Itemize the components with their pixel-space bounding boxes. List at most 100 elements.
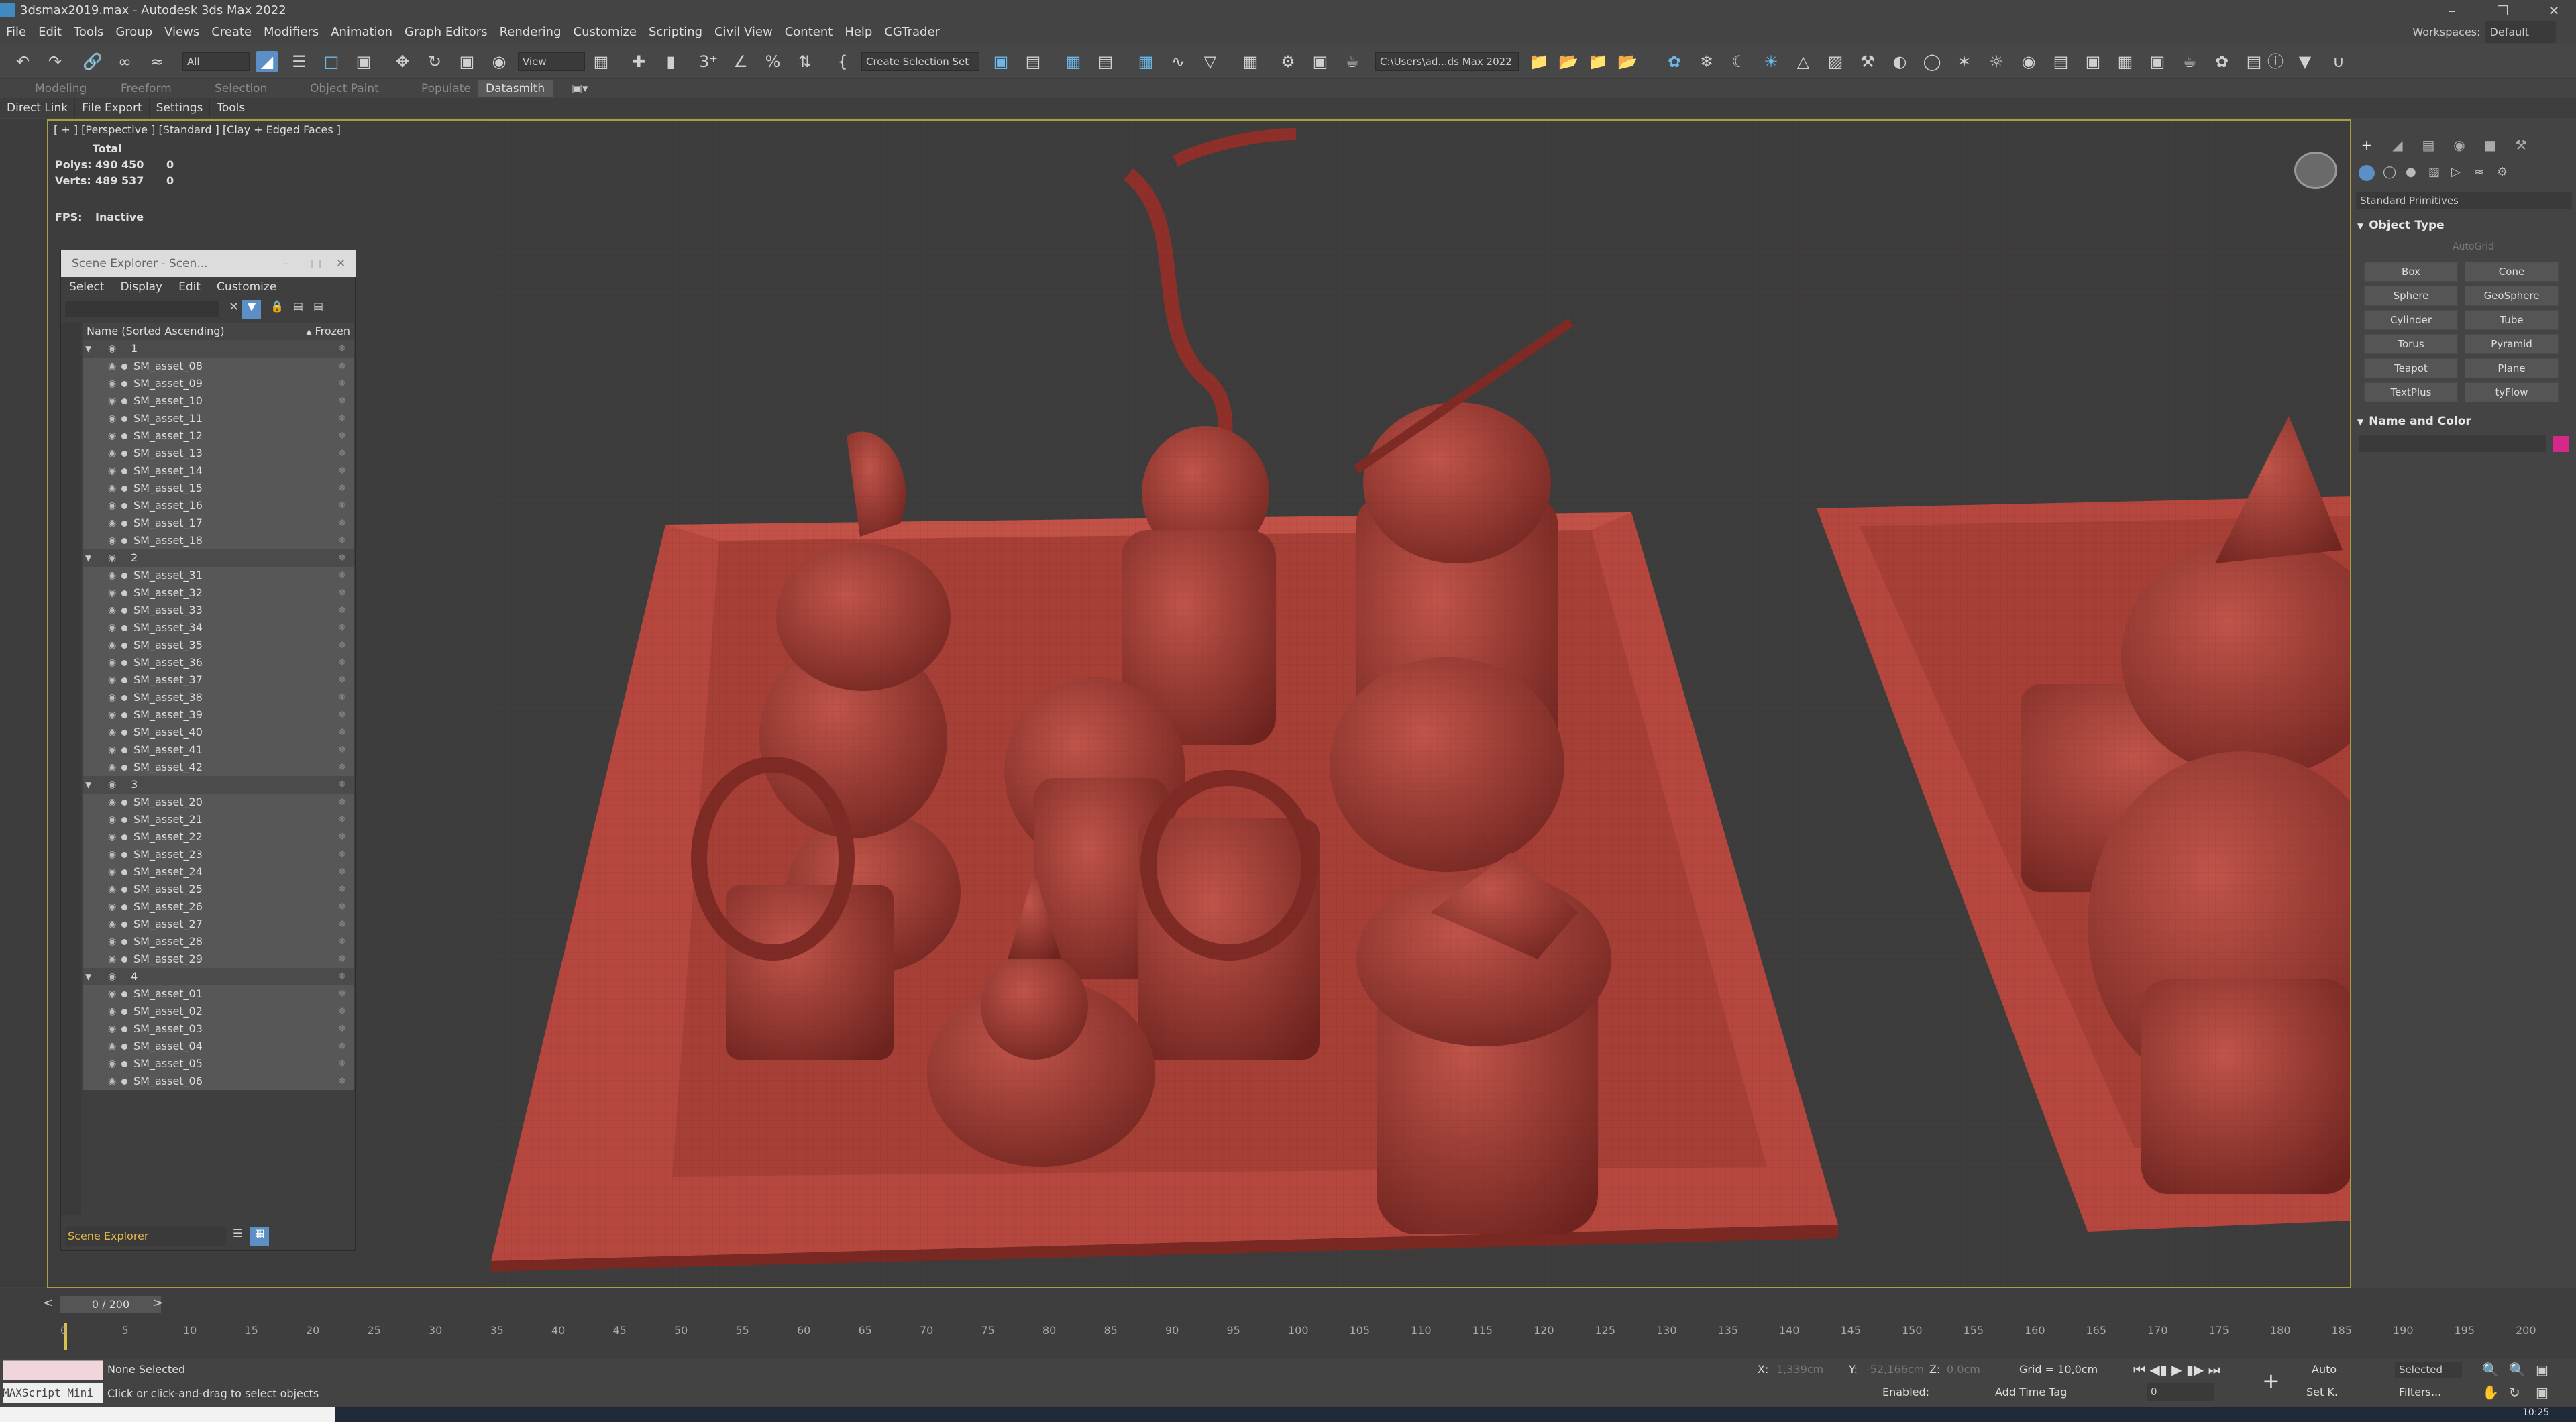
set-key-button[interactable]: Set K. (2306, 1386, 2338, 1399)
object-row[interactable]: ◉ SM_asset_37 ❄ (83, 671, 354, 689)
sx-search-field[interactable] (65, 301, 219, 317)
menu-cgtrader[interactable]: CGTrader (878, 21, 946, 43)
visibility-eye-icon[interactable]: ◉ (108, 881, 116, 898)
tyflow-button[interactable]: tyFlow (2465, 382, 2559, 402)
pan-icon[interactable]: ✋ (2482, 1384, 2499, 1401)
menu-views[interactable]: Views (158, 21, 205, 43)
freeze-icon[interactable]: ❄ (338, 985, 346, 1003)
lights-icon[interactable]: ● (2406, 165, 2416, 179)
visibility-eye-icon[interactable]: ◉ (108, 340, 116, 358)
object-row[interactable]: ◉ SM_asset_16 ❄ (83, 497, 354, 514)
mirror-icon[interactable]: ▣ (990, 51, 1012, 72)
display-icon[interactable]: ☼ (1986, 51, 2007, 72)
object-row[interactable]: ◉ SM_asset_25 ❄ (83, 881, 354, 898)
named-selection-set-dropdown[interactable]: Create Selection Set (861, 52, 979, 71)
datasmith-icon[interactable]: ▼ (2294, 51, 2316, 72)
expand-toggle-icon[interactable]: ▼ (85, 776, 91, 794)
x-coordinate-field[interactable]: 1,339cm (1776, 1363, 1823, 1376)
auto-key-button[interactable]: Auto (2312, 1363, 2337, 1376)
sx-menu-display[interactable]: Display (112, 278, 170, 296)
object-row[interactable]: ◉ SM_asset_03 ❄ (83, 1020, 354, 1038)
object-row[interactable]: ◉ SM_asset_26 ❄ (83, 898, 354, 916)
sx-footer-hierarchy-icon[interactable]: ▦ (250, 1227, 269, 1246)
visibility-eye-icon[interactable]: ◉ (108, 950, 116, 968)
tab-modeling[interactable]: Modeling (35, 80, 87, 97)
move-icon[interactable]: ✥ (392, 51, 413, 72)
reference-coord-dropdown[interactable]: View (518, 52, 585, 71)
freeze-icon[interactable]: ❄ (338, 567, 346, 584)
close-icon[interactable]: ✕ (2537, 0, 2571, 21)
freeze-icon[interactable]: ❄ (338, 637, 346, 654)
expand-toggle-icon[interactable]: ▼ (85, 549, 91, 567)
geosphere-button[interactable]: GeoSphere (2465, 286, 2559, 306)
bug-icon[interactable]: ✿ (2211, 51, 2233, 72)
freeze-icon[interactable]: ❄ (338, 759, 346, 776)
camera-icon[interactable]: ▨ (1825, 51, 1846, 72)
visibility-eye-icon[interactable]: ◉ (108, 741, 116, 759)
menu-help[interactable]: Help (839, 21, 878, 43)
object-row[interactable]: ◉ SM_asset_21 ❄ (83, 811, 354, 828)
freeze-icon[interactable]: ❄ (338, 863, 346, 881)
freeze-icon[interactable]: ❄ (338, 794, 346, 811)
taskbar-search[interactable] (0, 1407, 335, 1422)
teapot-icon[interactable]: ☕ (2179, 51, 2200, 72)
playback-controls[interactable]: ⏮ ◀▮ ▶ ▮▶ ⏭ (2133, 1362, 2220, 1378)
pyramid-button[interactable]: Pyramid (2465, 334, 2559, 354)
visibility-eye-icon[interactable]: ◉ (108, 392, 116, 410)
tools-button[interactable]: Tools (210, 98, 253, 118)
object-row[interactable]: ◉ SM_asset_09 ❄ (83, 375, 354, 392)
object-row[interactable]: ◉ SM_asset_10 ❄ (83, 392, 354, 410)
time-prev-icon[interactable]: < (43, 1296, 53, 1310)
tab-freeform[interactable]: Freeform (121, 80, 172, 97)
cone-button[interactable]: Cone (2465, 262, 2559, 282)
key-filters-button[interactable]: Filters... (2399, 1386, 2441, 1399)
autogrid-checkbox[interactable]: AutoGrid (2453, 241, 2494, 252)
menu-create[interactable]: Create (205, 21, 258, 43)
object-row[interactable]: ◉ SM_asset_22 ❄ (83, 828, 354, 846)
object-row[interactable]: ◉ SM_asset_15 ❄ (83, 480, 354, 497)
freeze-icon[interactable]: ❄ (338, 689, 346, 706)
selection-filter-dropdown[interactable]: All (182, 52, 250, 71)
undo-icon[interactable]: ↶ (12, 51, 34, 72)
rendered-frame-icon[interactable]: ▣ (1309, 51, 1331, 72)
y-coordinate-field[interactable]: -52,166cm (1866, 1363, 1924, 1376)
zoom-icon[interactable]: 🔍 (2482, 1362, 2499, 1378)
sx-explorer-name-dropdown[interactable]: Scene Explorer (65, 1227, 226, 1246)
sx-menu-customize[interactable]: Customize (209, 278, 284, 296)
cameras-icon[interactable]: ▨ (2428, 165, 2440, 179)
time-next-icon[interactable]: > (153, 1296, 163, 1310)
menu-group[interactable]: Group (109, 21, 158, 43)
object-row[interactable]: ◉ SM_asset_14 ❄ (83, 462, 354, 480)
sx-col-name[interactable]: Name (Sorted Ascending) (87, 323, 225, 340)
create-project-icon[interactable]: 📂 (1558, 51, 1579, 72)
create-tab-icon[interactable]: + (2357, 137, 2376, 156)
wrench-icon[interactable]: ⚒ (1857, 51, 1878, 72)
light-icon[interactable]: ☾ (1728, 51, 1750, 72)
helpers-icon[interactable]: ▷ (2451, 165, 2461, 179)
freeze-icon[interactable]: ❄ (338, 846, 346, 863)
utilities-tab-icon[interactable]: ⚒ (2512, 137, 2530, 156)
object-row[interactable]: ◉ SM_asset_24 ❄ (83, 863, 354, 881)
visibility-eye-icon[interactable]: ◉ (108, 514, 116, 532)
freeze-icon[interactable]: ❄ (338, 968, 346, 985)
visibility-eye-icon[interactable]: ◉ (108, 933, 116, 950)
help-icon[interactable]: ⓘ (2265, 51, 2286, 72)
set-key-icon[interactable]: + (2262, 1368, 2280, 1394)
menu-file[interactable]: File (0, 21, 32, 43)
shape-icon[interactable]: △ (1792, 51, 1814, 72)
object-row[interactable]: ◉ SM_asset_32 ❄ (83, 584, 354, 602)
time-slider[interactable]: 0 / 200 (60, 1296, 161, 1313)
hierarchy-icon[interactable]: ◯ (1921, 51, 1943, 72)
freeze-icon[interactable]: ❄ (338, 1055, 346, 1073)
placement-icon[interactable]: ◉ (488, 51, 510, 72)
object-row[interactable]: ◉ SM_asset_18 ❄ (83, 532, 354, 549)
minimize-icon[interactable]: – (2435, 0, 2469, 21)
maximize-viewport-icon[interactable]: ▣ (2536, 1384, 2548, 1401)
object-row[interactable]: ◉ SM_asset_04 ❄ (83, 1038, 354, 1055)
visibility-eye-icon[interactable]: ◉ (108, 1073, 116, 1090)
window-crossing-icon[interactable]: ▣ (353, 51, 374, 72)
primitive-category-dropdown[interactable]: Standard Primitives (2356, 192, 2572, 209)
visibility-eye-icon[interactable]: ◉ (108, 1020, 116, 1038)
sphere-button[interactable]: Sphere (2364, 286, 2458, 306)
sx-hierarchy-icon[interactable]: ▤ (293, 300, 303, 313)
